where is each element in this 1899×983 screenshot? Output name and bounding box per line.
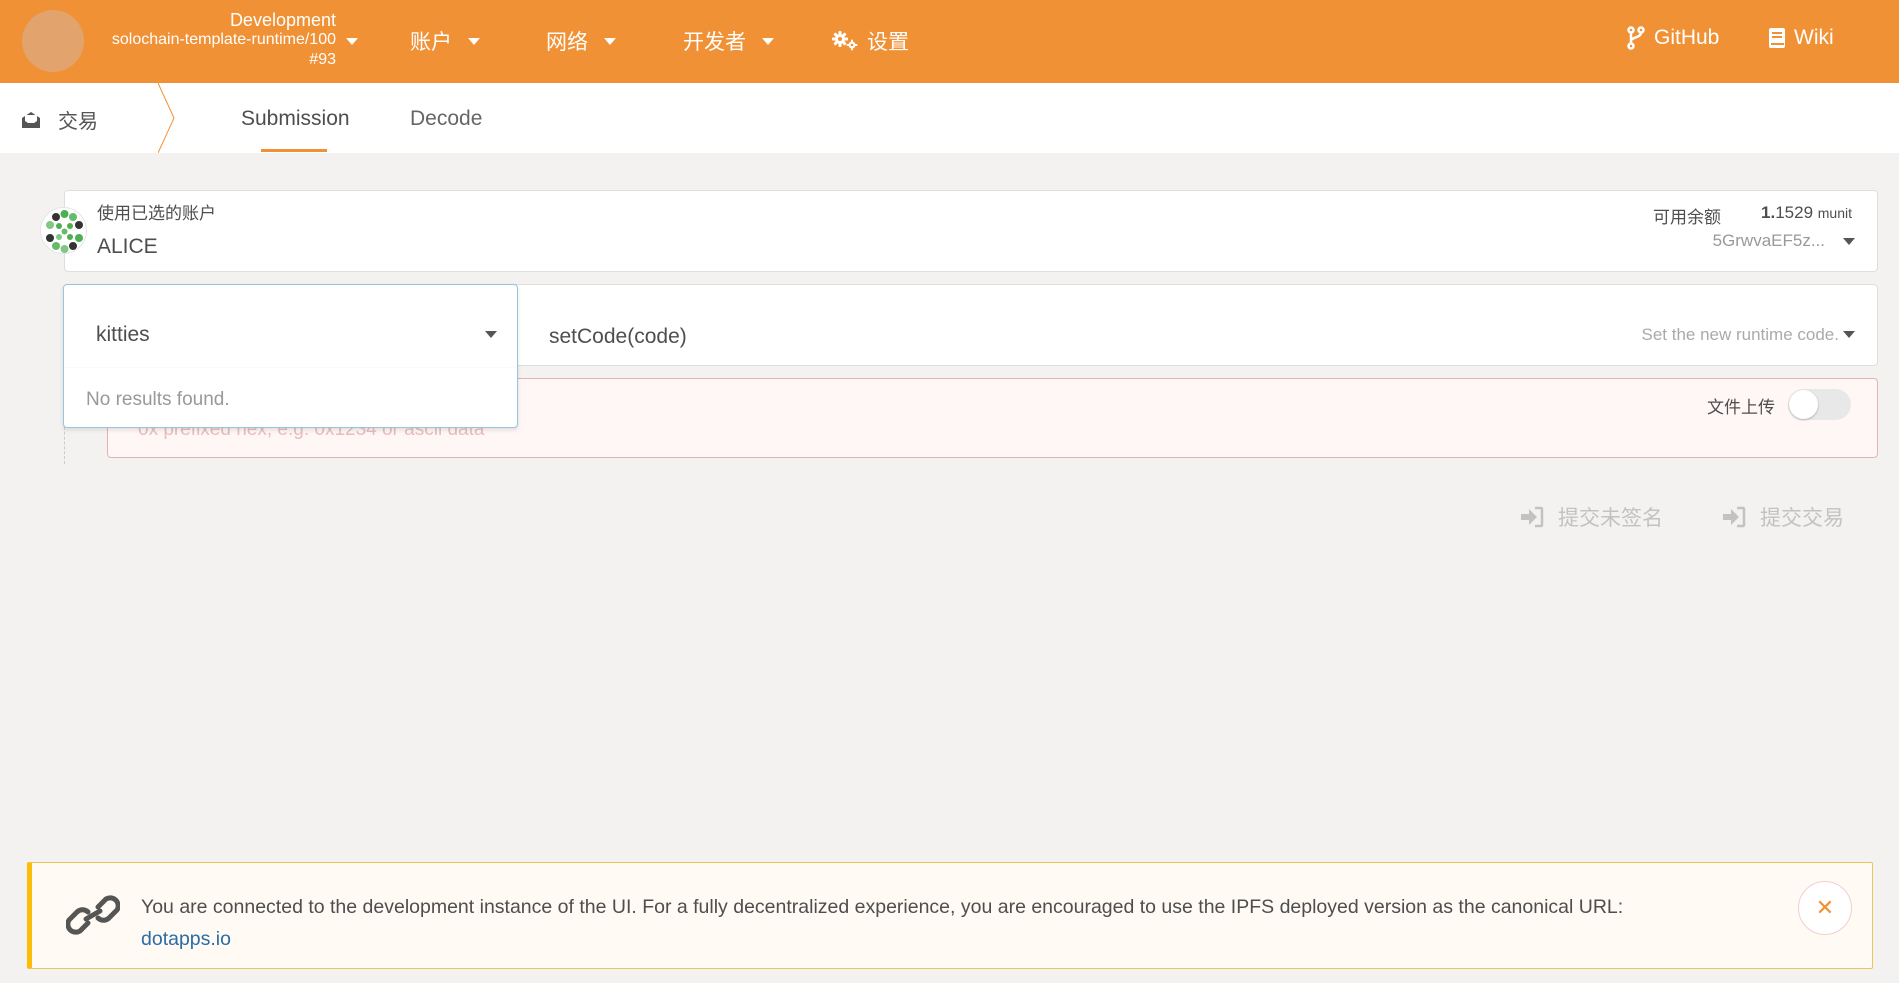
gears-icon [831, 30, 858, 52]
chain-selector[interactable]: Development solochain-template-runtime/1… [100, 10, 336, 70]
menu-accounts[interactable]: 账户 [410, 26, 480, 56]
chain-runtime: solochain-template-runtime/100 [111, 31, 336, 48]
method-description: Set the new runtime code. [1641, 325, 1839, 344]
chain-block: #93 [309, 51, 336, 68]
notice-link[interactable]: dotapps.io [141, 928, 231, 950]
account-avatar [40, 207, 87, 254]
chevron-down-icon [468, 37, 480, 45]
tab-bar: 交易 Submission Decode [0, 83, 1899, 153]
submit-transaction-label: 提交交易 [1760, 507, 1844, 530]
submit-unsigned-label: 提交未签名 [1558, 507, 1663, 530]
section-title: 交易 [20, 105, 98, 134]
sign-in-icon [1723, 506, 1746, 528]
chevron-down-icon[interactable] [346, 38, 358, 45]
chevron-down-icon[interactable] [485, 331, 497, 338]
chevron-down-icon [762, 37, 774, 45]
menu-developer-label: 开发者 [683, 31, 746, 54]
chain-network: Development [229, 10, 336, 30]
tab-decode[interactable]: Decode [410, 107, 482, 131]
dev-instance-notice: You are connected to the development ins… [27, 862, 1873, 969]
balance-label: 可用余额 [1653, 208, 1721, 227]
book-icon [1769, 28, 1785, 48]
method-name[interactable]: setCode(code) [549, 325, 687, 349]
toggle-knob [1789, 390, 1818, 419]
menu-network[interactable]: 网络 [546, 26, 616, 56]
module-dropdown[interactable]: kitties No results found. [63, 284, 518, 428]
github-link[interactable]: GitHub [1626, 26, 1719, 50]
chevron-down-icon[interactable] [1843, 238, 1855, 245]
envelope-open-icon [22, 111, 40, 128]
wiki-link[interactable]: Wiki [1768, 26, 1834, 50]
menu-settings[interactable]: 设置 [831, 26, 909, 56]
menu-developer[interactable]: 开发者 [683, 26, 774, 56]
tab-submission[interactable]: Submission [241, 107, 350, 131]
account-address: 5GrwvaEF5z... [1712, 231, 1825, 250]
identicon-icon [46, 210, 83, 253]
top-navbar: Development solochain-template-runtime/1… [0, 0, 1899, 83]
module-search-input[interactable]: kitties [96, 323, 150, 347]
account-name: ALICE [97, 235, 158, 258]
menu-accounts-label: 账户 [410, 31, 452, 54]
balance-value: 1.1529 munit [1761, 203, 1852, 222]
menu-settings-label: 设置 [867, 31, 909, 54]
notice-text: You are connected to the development ins… [141, 896, 1624, 918]
file-upload-toggle[interactable] [1788, 389, 1851, 420]
submit-transaction-button[interactable]: 提交交易 [1722, 502, 1844, 532]
github-label: GitHub [1654, 26, 1720, 49]
submit-unsigned-button[interactable]: 提交未签名 [1520, 502, 1663, 532]
notice-message: You are connected to the development ins… [141, 891, 1761, 955]
sign-in-icon [1521, 506, 1544, 528]
link-icon [66, 895, 120, 935]
chevron-down-icon [604, 37, 616, 45]
close-icon[interactable]: ✕ [1798, 881, 1852, 935]
dropdown-divider [64, 367, 517, 368]
code-branch-icon [1627, 26, 1645, 50]
menu-network-label: 网络 [546, 31, 588, 54]
breadcrumb-divider [158, 83, 175, 153]
file-upload-label: 文件上传 [1707, 398, 1775, 417]
account-label: 使用已选的账户 [97, 204, 216, 223]
account-selector[interactable]: 使用已选的账户 ALICE 可用余额 1.1529 munit 5GrwvaEF… [64, 190, 1878, 272]
wiki-label: Wiki [1794, 26, 1834, 49]
chevron-down-icon[interactable] [1843, 331, 1855, 338]
active-tab-indicator [261, 149, 327, 152]
dropdown-empty-message: No results found. [86, 389, 230, 410]
section-label: 交易 [58, 111, 98, 133]
chain-logo[interactable] [22, 10, 84, 72]
